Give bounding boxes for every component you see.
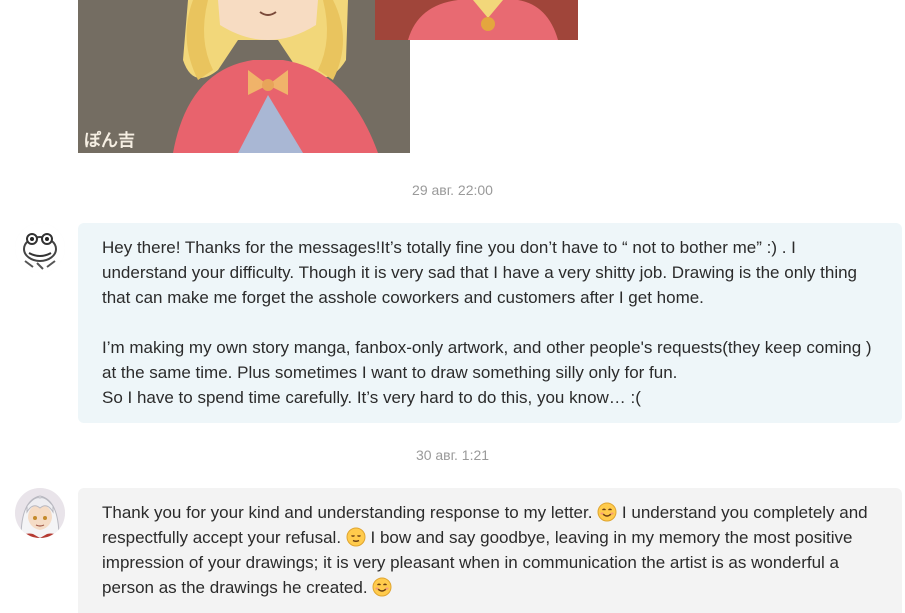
message-paragraph: I’m making my own story manga, fanbox-on… [102, 338, 872, 382]
message-bubble-outgoing[interactable]: Thank you for your kind and understandin… [78, 488, 902, 613]
smiling-face-icon [372, 577, 392, 597]
message-segment: Thank you for your kind and understandin… [102, 503, 593, 522]
user-avatar[interactable] [15, 488, 65, 538]
message-paragraph: Hey there! Thanks for the messages!It’s … [102, 238, 858, 307]
message-timestamp: 30 авг. 1:21 [415, 447, 490, 463]
message-text: Thank you for your kind and understandin… [102, 500, 878, 600]
sender-avatar[interactable] [15, 223, 65, 273]
message-bubble-incoming[interactable]: Hey there! Thanks for the messages!It’s … [78, 223, 902, 423]
image-attachment[interactable]: ぽん吉 [78, 0, 578, 153]
message-timestamp: 29 авг. 22:00 [412, 182, 493, 198]
relieved-face-icon [346, 527, 366, 547]
anime-character-icon [15, 488, 65, 538]
message-paragraph: So I have to spend time carefully. It’s … [102, 388, 641, 407]
frog-sketch-icon [15, 223, 65, 273]
smiling-face-icon [597, 502, 617, 522]
watermark-text: ぽん吉 [84, 131, 135, 151]
